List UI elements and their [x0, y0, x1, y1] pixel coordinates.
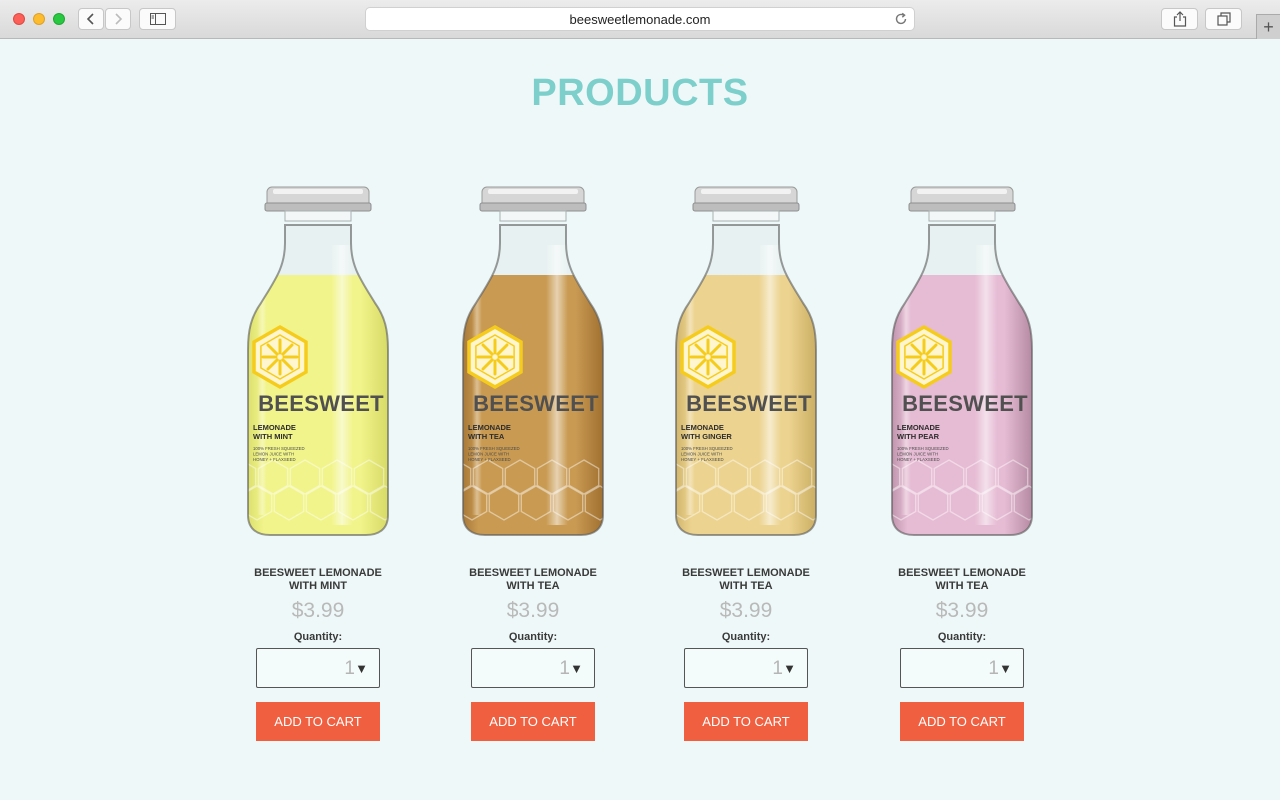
bottle-cap [479, 186, 587, 222]
product-name: BEESWEET LEMONADE WITH TEA [469, 567, 597, 592]
glass-highlight [759, 245, 781, 525]
product-bottle-image[interactable]: BEESWEET LEMONADEWITH TEA 100% FRESH SQUEE… [448, 185, 618, 540]
bottle-brand-text: BEESWEET [902, 391, 1028, 416]
quantity-select[interactable]: 1 ▼ [471, 648, 595, 688]
add-to-cart-button[interactable]: ADD TO CART [900, 702, 1024, 741]
product-card: BEESWEET LEMONADE WITH MINT 100% FRESH SQUE… [233, 185, 403, 741]
bottle-description-text: 100% FRESH SQUEEZED [253, 446, 305, 451]
bottle-flavor-text: WITH PEAR [897, 432, 940, 441]
add-to-cart-button[interactable]: ADD TO CART [471, 702, 595, 741]
share-icon [1173, 11, 1186, 27]
sidebar-icon [149, 13, 166, 25]
quantity-label: Quantity: [937, 631, 987, 643]
quantity-label: Quantity: [508, 631, 558, 643]
bottle-description-text: LEMON JUICE WITH [468, 452, 509, 457]
product-bottle-image[interactable]: BEESWEET LEMONADEWITH MINT 100% FRESH SQUE… [233, 185, 403, 540]
quantity-value: 1 [772, 658, 783, 679]
dropdown-arrow-icon: ▼ [355, 661, 368, 676]
bottle-description-text: 100% FRESH SQUEEZED [468, 446, 520, 451]
minimize-window-button[interactable] [33, 13, 45, 25]
forward-button[interactable] [105, 8, 131, 30]
bottle-description-text: HONEY + FLAXSEED [468, 457, 511, 462]
bottle-description-text: 100% FRESH SQUEEZED [681, 446, 733, 451]
plus-icon: + [1263, 17, 1274, 37]
chevron-left-icon [86, 13, 94, 25]
product-bottle-image[interactable]: BEESWEET LEMONADEWITH GINGER 100% FRESH SQ… [661, 185, 831, 540]
bottle-cap [264, 186, 372, 222]
bottle-flavor-text: WITH MINT [253, 432, 293, 441]
bottle-brand-text: BEESWEET [258, 391, 384, 416]
quantity-value: 1 [559, 658, 570, 679]
product-price: $3.99 [291, 599, 345, 622]
tabs-overview-button[interactable] [1205, 8, 1242, 30]
reload-button[interactable] [894, 12, 908, 29]
quantity-label: Quantity: [293, 631, 343, 643]
fullscreen-window-button[interactable] [53, 13, 65, 25]
address-bar[interactable]: beesweetlemonade.com [365, 7, 915, 31]
page-title: PRODUCTS [531, 72, 749, 114]
page-content: PRODUCTS BEESWEET LEMONADE WITH MINT 100% F… [0, 40, 1280, 800]
dropdown-arrow-icon: ▼ [999, 661, 1012, 676]
bottle-flavor-text: LEMONADE [681, 423, 724, 432]
product-card: BEESWEET LEMONADE WITH GINGER 100% FRESH SQ… [661, 185, 831, 741]
bottle-description-text: 100% FRESH SQUEEZED [897, 446, 949, 451]
product-name: BEESWEET LEMONADE WITH TEA [682, 567, 810, 592]
lemon-hexagon-logo [252, 324, 308, 390]
dropdown-arrow-icon: ▼ [570, 661, 583, 676]
reload-icon [895, 12, 907, 25]
quantity-select[interactable]: 1 ▼ [900, 648, 1024, 688]
quantity-select[interactable]: 1 ▼ [256, 648, 380, 688]
product-price: $3.99 [506, 599, 560, 622]
bottle-cap [908, 186, 1016, 222]
lemon-hexagon-logo [896, 324, 952, 390]
product-card: BEESWEET LEMONADE WITH PEAR 100% FRESH SQUE… [877, 185, 1047, 741]
lemon-hexagon-logo [680, 324, 736, 390]
bottle-description-text: LEMON JUICE WITH [253, 452, 294, 457]
product-bottle-image[interactable]: BEESWEET LEMONADEWITH PEAR 100% FRESH SQUE… [877, 185, 1047, 540]
product-price: $3.99 [719, 599, 773, 622]
bottle-description-text: LEMON JUICE WITH [897, 452, 938, 457]
back-button[interactable] [78, 8, 104, 30]
add-to-cart-button[interactable]: ADD TO CART [256, 702, 380, 741]
bottle-flavor-text: LEMONADE [468, 423, 511, 432]
quantity-value: 1 [344, 658, 355, 679]
bottle-flavor-text: WITH GINGER [681, 432, 732, 441]
bottle-flavor-text: WITH TEA [468, 432, 505, 441]
product-name: BEESWEET LEMONADE WITH TEA [898, 567, 1026, 592]
product-name: BEESWEET LEMONADE WITH MINT [254, 567, 382, 592]
new-tab-button[interactable]: + [1256, 14, 1280, 39]
sidebar-toggle-button[interactable] [139, 8, 176, 30]
bottle-brand-text: BEESWEET [473, 391, 599, 416]
add-to-cart-button[interactable]: ADD TO CART [684, 702, 808, 741]
quantity-value: 1 [988, 658, 999, 679]
share-button[interactable] [1161, 8, 1198, 30]
bottle-cap [692, 186, 800, 222]
bottle-flavor-text: LEMONADE [897, 423, 940, 432]
glass-highlight [546, 245, 568, 525]
browser-toolbar: beesweetlemonade.com + [0, 0, 1280, 39]
bottle-description-text: HONEY + FLAXSEED [681, 457, 724, 462]
lemon-hexagon-logo [467, 324, 523, 390]
url-text: beesweetlemonade.com [569, 11, 711, 27]
product-price: $3.99 [935, 599, 989, 622]
tabs-icon [1216, 12, 1231, 26]
chevron-right-icon [115, 13, 123, 25]
bottle-description-text: LEMON JUICE WITH [681, 452, 722, 457]
product-card: BEESWEET LEMONADE WITH TEA 100% FRESH SQUEE… [448, 185, 618, 741]
bottle-description-text: HONEY + FLAXSEED [897, 457, 940, 462]
close-window-button[interactable] [13, 13, 25, 25]
glass-highlight [975, 245, 997, 525]
quantity-select[interactable]: 1 ▼ [684, 648, 808, 688]
quantity-label: Quantity: [721, 631, 771, 643]
dropdown-arrow-icon: ▼ [783, 661, 796, 676]
bottle-flavor-text: LEMONADE [253, 423, 296, 432]
glass-highlight [331, 245, 353, 525]
bottle-brand-text: BEESWEET [686, 391, 812, 416]
bottle-description-text: HONEY + FLAXSEED [253, 457, 296, 462]
